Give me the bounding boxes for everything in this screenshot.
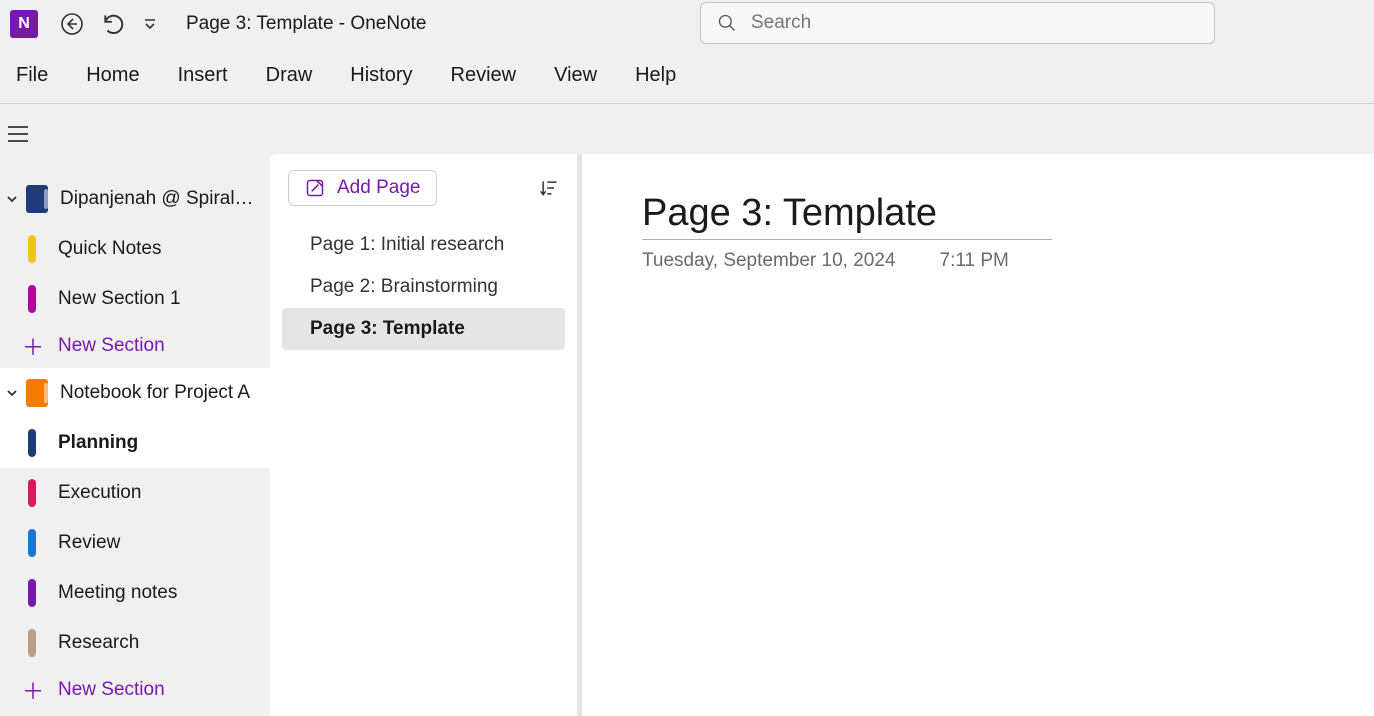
back-button[interactable]: [54, 6, 90, 42]
section-color-tab: [28, 479, 36, 507]
section-color-tab: [28, 529, 36, 557]
ribbon-tab-draw[interactable]: Draw: [266, 64, 313, 87]
page-row[interactable]: Page 1: Initial research: [282, 224, 565, 266]
new-section-button[interactable]: ＋ New Section: [0, 668, 270, 712]
page-row[interactable]: Page 3: Template: [282, 308, 565, 350]
section-color-tab: [28, 579, 36, 607]
section-row[interactable]: Execution: [0, 468, 270, 518]
section-label: Planning: [58, 432, 138, 454]
section-color-tab: [28, 429, 36, 457]
section-label: Quick Notes: [58, 238, 161, 260]
chevron-down-icon: [2, 192, 22, 206]
chevron-down-icon: [2, 386, 22, 400]
ribbon-tab-history[interactable]: History: [350, 64, 412, 87]
section-color-tab: [28, 285, 36, 313]
plus-icon: ＋: [22, 330, 44, 362]
page-label: Page 2: Brainstorming: [310, 276, 498, 298]
section-row[interactable]: New Section 1: [0, 274, 270, 324]
section-row[interactable]: Quick Notes: [0, 224, 270, 274]
add-page-label: Add Page: [337, 177, 420, 199]
notebook-row[interactable]: Dipanjenah @ Spiral…: [0, 174, 270, 224]
notebook-sidebar: Dipanjenah @ Spiral… Quick Notes New Sec…: [0, 104, 270, 716]
section-row[interactable]: Review: [0, 518, 270, 568]
title-bar: N Page 3: Template - OneNote: [0, 0, 1374, 48]
notebook-label: Notebook for Project A: [60, 382, 250, 404]
page-time: 7:11 PM: [940, 250, 1009, 272]
section-label: Review: [58, 532, 120, 554]
notebook-label: Dipanjenah @ Spiral…: [60, 188, 254, 210]
hamburger-icon: [7, 125, 29, 143]
section-label: Meeting notes: [58, 582, 177, 604]
section-color-tab: [28, 629, 36, 657]
new-section-button[interactable]: ＋ New Section: [0, 324, 270, 368]
plus-icon: ＋: [22, 674, 44, 706]
section-row[interactable]: Meeting notes: [0, 568, 270, 618]
app-icon: N: [10, 10, 38, 38]
search-box[interactable]: [700, 2, 1215, 44]
window-title: Page 3: Template - OneNote: [186, 13, 426, 35]
section-label: Research: [58, 632, 139, 654]
page-row[interactable]: Page 2: Brainstorming: [282, 266, 565, 308]
ribbon: File Home Insert Draw History Review Vie…: [0, 48, 1374, 104]
page-metadata: Tuesday, September 10, 2024 7:11 PM: [642, 250, 1314, 272]
section-label: Execution: [58, 482, 141, 504]
customize-quick-access-button[interactable]: [138, 6, 162, 42]
nav-toggle-button[interactable]: [4, 118, 32, 150]
section-color-tab: [28, 235, 36, 263]
new-section-label: New Section: [58, 679, 165, 701]
ribbon-tab-home[interactable]: Home: [86, 64, 139, 87]
undo-icon: [101, 11, 127, 37]
ribbon-tab-review[interactable]: Review: [451, 64, 517, 87]
add-page-icon: [305, 178, 325, 198]
ribbon-tab-file[interactable]: File: [16, 64, 48, 87]
notebook-row[interactable]: Notebook for Project A: [0, 368, 270, 418]
page-title[interactable]: Page 3: Template: [642, 192, 1052, 240]
section-row[interactable]: Research: [0, 618, 270, 668]
chevron-down-bar-icon: [143, 17, 157, 31]
search-icon: [717, 13, 737, 33]
page-canvas[interactable]: Page 3: Template Tuesday, September 10, …: [582, 154, 1374, 716]
notebook-icon: [26, 185, 48, 213]
sort-pages-button[interactable]: [539, 178, 559, 198]
page-date: Tuesday, September 10, 2024: [642, 250, 896, 272]
back-arrow-icon: [60, 12, 84, 36]
notebook-icon: [26, 379, 48, 407]
page-label: Page 1: Initial research: [310, 234, 504, 256]
new-section-label: New Section: [58, 335, 165, 357]
undo-button[interactable]: [96, 6, 132, 42]
section-label: New Section 1: [58, 288, 181, 310]
section-row[interactable]: Planning: [0, 418, 270, 468]
search-input[interactable]: [751, 12, 1198, 34]
main-body: Dipanjenah @ Spiral… Quick Notes New Sec…: [0, 104, 1374, 716]
sort-icon: [539, 178, 559, 198]
ribbon-tab-insert[interactable]: Insert: [178, 64, 228, 87]
page-label: Page 3: Template: [310, 318, 465, 340]
add-page-button[interactable]: Add Page: [288, 170, 437, 206]
pages-panel: Add Page Page 1: Initial research Page 2…: [270, 154, 582, 716]
pages-header: Add Page: [270, 170, 577, 206]
ribbon-tab-help[interactable]: Help: [635, 64, 676, 87]
ribbon-tab-view[interactable]: View: [554, 64, 597, 87]
